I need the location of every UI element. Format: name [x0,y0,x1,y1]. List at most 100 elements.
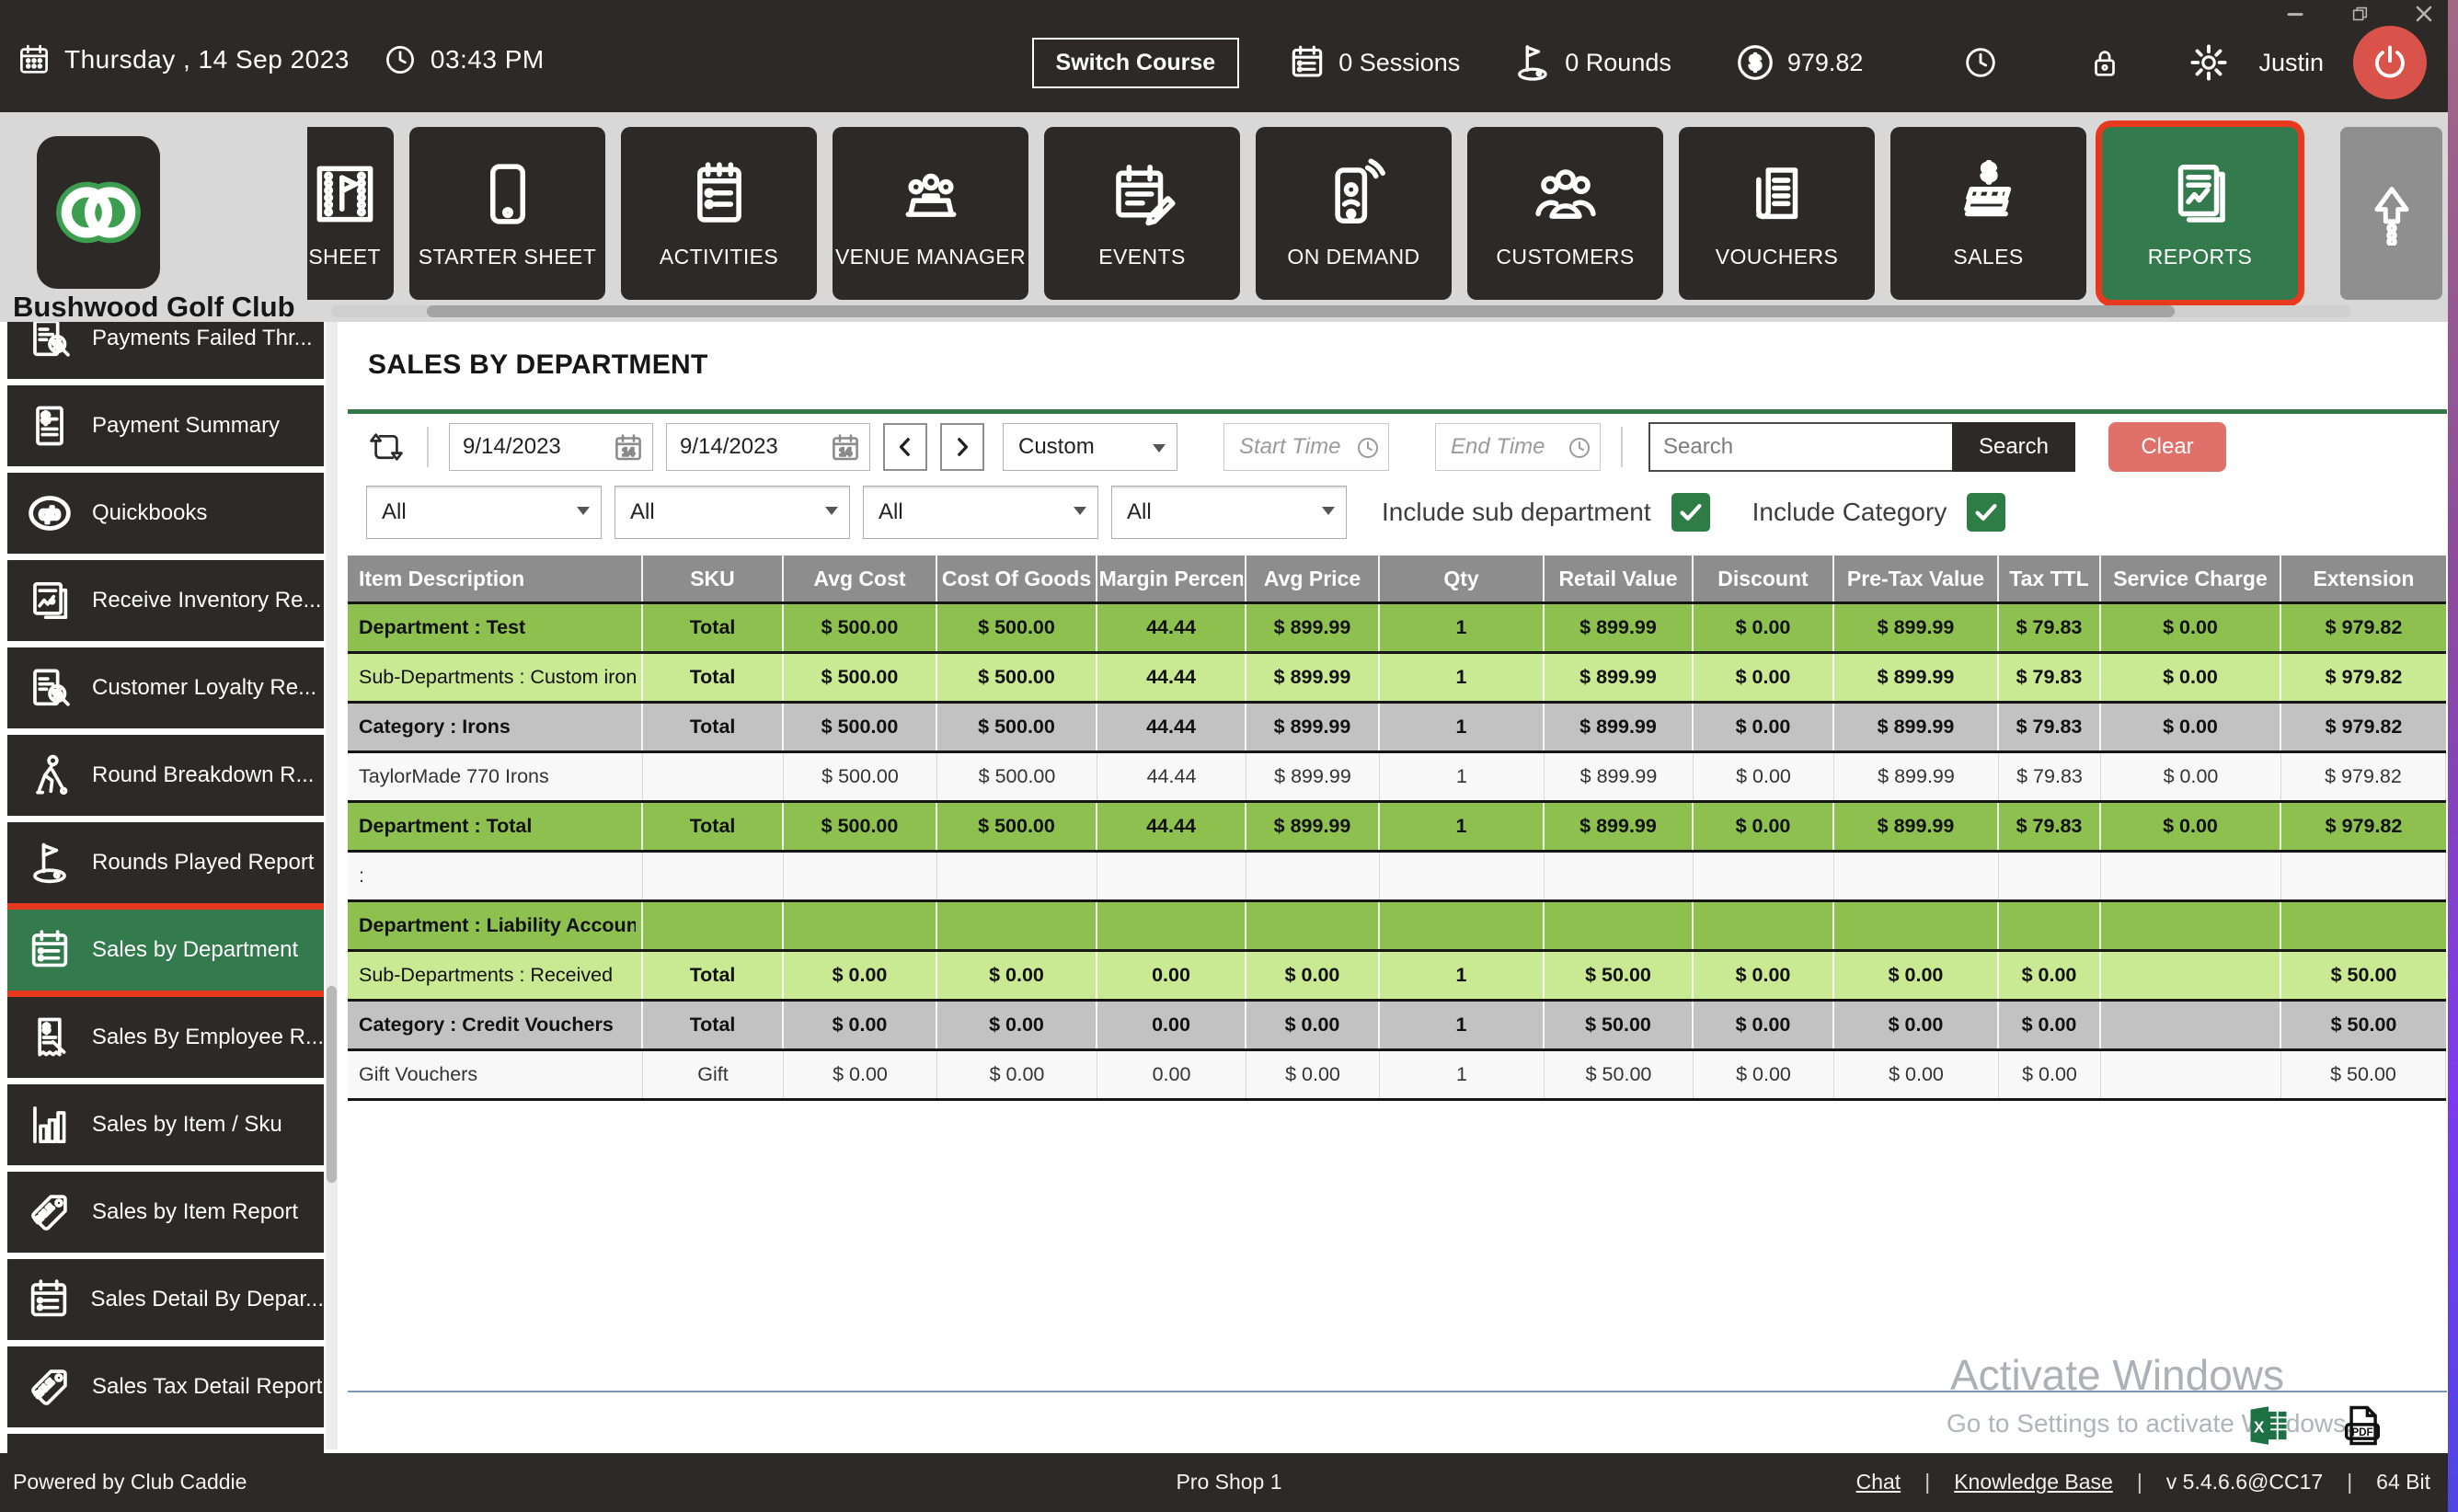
table-cell: 1 [1380,1051,1545,1098]
table-cell-value: $ 0.00 [989,1014,1044,1036]
sidebar-item-sales-by-item-report[interactable]: Sales by Item Report [7,1172,324,1253]
sidebar-item-payment-summary[interactable]: Payment Summary [7,385,324,466]
table-cell: $ 899.99 [1545,803,1694,850]
table-cell: $ 0.00 [1246,1051,1380,1098]
clear-button[interactable]: Clear [2108,422,2226,472]
table-cell: Department : Total [348,803,643,850]
sidebar-scrollbar-thumb[interactable] [327,986,337,1183]
filter-select-1[interactable]: All [366,486,602,539]
next-day-button[interactable] [940,423,984,471]
date-to-input[interactable] [667,434,814,460]
table-cell-value: Total [689,666,736,688]
sidebar-item-sales-by-employee-r[interactable]: Sales By Employee R... [7,997,324,1078]
end-time-field[interactable] [1435,423,1601,471]
phonewave-icon [1318,158,1390,230]
sidebar-item-round-breakdown-r[interactable]: Round Breakdown R... [7,735,324,816]
column-header-tax-ttl: Tax TTL [1999,556,2101,601]
sidebar-item-sales-by-item-sku[interactable]: Sales by Item / Sku [7,1084,324,1165]
include-category-checkbox[interactable] [1967,493,2006,532]
tile-vouchers[interactable]: VOUCHERS [1679,127,1875,300]
date-from-field[interactable] [449,423,653,471]
restore-icon[interactable] [2348,4,2372,24]
power-button[interactable] [2353,26,2427,99]
tile-on-demand[interactable]: ON DEMAND [1256,127,1452,300]
nav-scrollbar[interactable] [331,305,2351,317]
tile-reports[interactable]: REPORTS [2102,127,2298,300]
tile-sales[interactable]: SALES [1890,127,2086,300]
calendar-14-icon[interactable] [829,431,862,464]
tile-starter-sheet[interactable]: STARTER SHEET [409,127,605,300]
pdf-export-icon[interactable] [2338,1402,2386,1454]
rounds-flag-icon [1511,41,1554,84]
table-cell [1246,853,1380,899]
start-time-field[interactable] [1223,423,1389,471]
table-cell-value: $ 0.00 [1284,1014,1340,1036]
table-cell-value: $ 500.00 [821,765,899,787]
table-cell: $ 899.99 [1545,604,1694,651]
filter-select-3[interactable]: All [863,486,1098,539]
table-cell [2101,1051,2281,1098]
table-cell-value: $ 899.99 [1579,765,1658,787]
table-cell: $ 979.82 [2281,654,2446,701]
table-cell: $ 0.00 [1999,1051,2101,1098]
table-cell-value: 44.44 [1146,815,1196,837]
calendar-14-icon[interactable] [612,431,645,464]
tile-venue-manager[interactable]: VENUE MANAGER [833,127,1028,300]
table-cell-value: Total [689,964,736,986]
knowledge-base-link[interactable]: Knowledge Base [1954,1470,2113,1495]
sidebar-item-sales-by-department[interactable]: Sales by Department [7,903,324,997]
date-to-field[interactable] [666,423,870,471]
sidebar-item-label: Sales by Department [92,937,299,962]
switch-course-button[interactable]: Switch Course [1031,37,1240,88]
table-cell: $ 50.00 [2281,1051,2446,1098]
end-time-input[interactable] [1436,434,1559,460]
sidebar-item-sales-detail-by-depar[interactable]: Sales Detail By Depar... [7,1259,324,1340]
chat-link[interactable]: Chat [1856,1470,1901,1495]
table-cell-value: $ 0.00 [832,964,888,986]
sidebar-item-sales-tax-detail-report[interactable]: Sales Tax Detail Report [7,1346,324,1427]
table-cell-value: $ 50.00 [2330,1014,2397,1036]
tile-customers[interactable]: CUSTOMERS [1467,127,1663,300]
nav-scrollbar-thumb[interactable] [427,305,2175,317]
close-icon[interactable] [2412,4,2436,24]
sidebar-scrollbar[interactable] [326,322,338,1449]
table-cell-value: $ 50.00 [2330,964,2397,986]
lock-icon[interactable] [2087,45,2122,80]
filter-select-2[interactable]: All [614,486,850,539]
sidebar-item-customer-loyalty-re[interactable]: Customer Loyalty Re... [7,647,324,728]
minimize-icon[interactable] [2283,4,2307,24]
previous-day-button[interactable] [883,423,927,471]
tile-events[interactable]: EVENTS [1044,127,1240,300]
refresh-icon[interactable] [366,427,407,467]
include-category-label: Include Category [1752,498,1947,526]
sidebar-item-receive-inventory-re[interactable]: Receive Inventory Re... [7,560,324,641]
table-cell [1545,902,1694,949]
time-clock-icon[interactable] [1962,44,1999,81]
include-sub-department-checkbox[interactable] [1671,493,1710,532]
table-cell-value: $ 0.00 [2022,1063,2077,1085]
search-input[interactable] [1648,422,1952,472]
filter-select-4[interactable]: All [1111,486,1347,539]
date-from-input[interactable] [450,434,597,460]
gear-icon[interactable] [2188,42,2229,83]
divider [1621,427,1623,467]
nav-scroll-up[interactable] [2340,127,2442,300]
table-cell-value: $ 899.99 [1273,616,1351,638]
search-button[interactable]: Search [1952,422,2075,472]
sidebar-item-payments-failed-thr[interactable]: Payments Failed Thr... [7,322,324,379]
table-cell-value: $ 0.00 [2163,666,2218,688]
range-preset-select[interactable]: Custom [1003,423,1177,471]
flag-icon [7,839,92,887]
sessions-count: 0 Sessions [1338,48,1461,76]
excel-export-icon[interactable] [2245,1402,2292,1454]
start-time-input[interactable] [1224,434,1348,460]
tile-activities[interactable]: ACTIVITIES [621,127,817,300]
chevron-down-icon [577,507,590,515]
sidebar-item-quickbooks[interactable]: Quickbooks [7,473,324,554]
table-cell-value: $ 50.00 [2330,1063,2396,1085]
table-cell-value: $ 899.99 [1877,716,1955,738]
sidebar-item-label: Sales By Employee R... [91,1025,324,1049]
table-cell-value: $ 0.00 [2163,765,2219,787]
include-sub-department-label: Include sub department [1382,498,1651,526]
sidebar-item-rounds-played-report[interactable]: Rounds Played Report [7,822,324,903]
